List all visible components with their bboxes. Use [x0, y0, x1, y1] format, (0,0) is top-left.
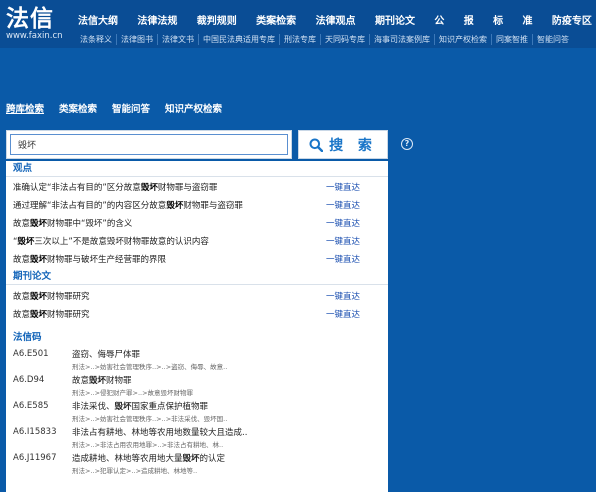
nav-item-zhun[interactable]: 准: [523, 12, 533, 27]
item-title: 故意毁坏财物罪研究: [13, 292, 90, 302]
list-item[interactable]: 故意毁坏财物罪研究 一键直达: [6, 288, 388, 306]
code-title: 非法占有耕地、林地等农用地数量较大且造成..: [72, 428, 248, 438]
nav-item-rules[interactable]: 裁判规则: [197, 12, 237, 27]
code-id: A6.E501: [13, 349, 49, 359]
logo-url: www.faxin.cn: [6, 31, 63, 41]
section-title-journals: 期刊论文: [6, 269, 388, 285]
nav-item-gong[interactable]: 公: [434, 12, 444, 27]
search-input[interactable]: [10, 134, 288, 155]
code-id: A6.E585: [13, 401, 49, 411]
direct-link[interactable]: 一键直达: [326, 251, 360, 269]
nav-item-outline[interactable]: 法信大纲: [78, 12, 118, 27]
direct-link[interactable]: 一键直达: [326, 215, 360, 233]
code-item[interactable]: A6.D94 故意毁坏财物罪 刑法>..>侵犯财产罪>..>故意毁坏财物罪: [6, 372, 388, 398]
suggestion-dropdown: 观点 准确认定“非法占有目的”区分故意毁坏财物罪与盗窃罪 一键直达 通过理解“非…: [6, 161, 388, 492]
code-title: 造成耕地、林地等农用地大量毁坏的认定: [72, 454, 226, 464]
search-icon: [309, 138, 324, 152]
list-item[interactable]: 故意毁坏财物罪中“毁坏”的含义 一键直达: [6, 215, 388, 233]
codes-list: A6.E501 盗窃、侮辱尸体罪 刑法>..>妨害社会管理秩序..>..>盗窃、…: [6, 346, 388, 476]
sub-nav: 法条释义 法律图书 法律文书 中国民法典适用专库 刑法专库 天同码专库 海事司法…: [78, 32, 596, 46]
section-title-viewpoints: 观点: [6, 161, 388, 177]
site-header: 法信 www.faxin.cn 法信大纲 法律法规 裁判规则 类案检索 法律观点…: [0, 0, 596, 48]
subnav-item[interactable]: 法律图书: [116, 33, 157, 45]
direct-link[interactable]: 一键直达: [326, 233, 360, 251]
subnav-item[interactable]: 知识产权检索: [434, 33, 491, 45]
logo-text: 法信: [6, 5, 54, 32]
item-title: 故意毁坏财物罪中“毁坏”的含义: [13, 219, 133, 229]
code-title: 盗窃、侮辱尸体罪: [72, 350, 141, 360]
item-title: 准确认定“非法占有目的”区分故意毁坏财物罪与盗窃罪: [13, 183, 218, 193]
code-path: 刑法>..>非法占用农用地罪>..>非法占有耕地、林..: [72, 441, 224, 449]
code-title: 非法采伐、毁坏国家重点保护植物罪: [72, 402, 209, 412]
code-item[interactable]: A6.J11967 造成耕地、林地等农用地大量毁坏的认定 刑法>..>犯罪认定>…: [6, 450, 388, 476]
code-id: A6.I15833: [13, 427, 57, 437]
code-id: A6.J11967: [13, 453, 57, 463]
tab-ip-search[interactable]: 知识产权检索: [165, 101, 222, 115]
tab-smart-qa[interactable]: 智能问答: [112, 101, 150, 115]
list-item[interactable]: 通过理解“非法占有目的”的内容区分故意毁坏财物罪与盗窃罪 一键直达: [6, 197, 388, 215]
subnav-item[interactable]: 天同码专库: [320, 33, 369, 45]
nav-item-case-search[interactable]: 类案检索: [256, 12, 296, 27]
search-box: [6, 130, 292, 159]
subnav-item[interactable]: 刑法专库: [279, 33, 320, 45]
direct-link[interactable]: 一键直达: [326, 197, 360, 215]
subnav-item[interactable]: 中国民法典适用专库: [198, 33, 279, 45]
item-title: 故意毁坏财物罪研究: [13, 310, 90, 320]
code-path: 刑法>..>妨害社会管理秩序..>..>非法采伐、毁坏国..: [72, 415, 228, 423]
tab-case-search[interactable]: 类案检索: [59, 101, 97, 115]
direct-link[interactable]: 一键直达: [326, 288, 360, 306]
code-item[interactable]: A6.E585 非法采伐、毁坏国家重点保护植物罪 刑法>..>妨害社会管理秩序.…: [6, 398, 388, 424]
nav-item-viewpoints[interactable]: 法律观点: [316, 12, 356, 27]
list-item[interactable]: 准确认定“非法占有目的”区分故意毁坏财物罪与盗窃罪 一键直达: [6, 179, 388, 197]
code-path: 刑法>..>妨害社会管理秩序..>..>盗窃、侮辱、故意..: [72, 363, 228, 371]
viewpoints-list: 准确认定“非法占有目的”区分故意毁坏财物罪与盗窃罪 一键直达 通过理解“非法占有…: [6, 179, 388, 269]
help-icon[interactable]: ?: [401, 138, 413, 150]
site-logo[interactable]: 法信 www.faxin.cn: [6, 6, 63, 42]
search-button-label: 搜 索: [329, 137, 377, 154]
search-tabs: 跨库检索 类案检索 智能问答 知识产权检索: [6, 101, 222, 115]
list-item[interactable]: “毁坏三次以上”不是故意毁坏财物罪故意的认识内容 一键直达: [6, 233, 388, 251]
subnav-item[interactable]: 同案智推: [491, 33, 532, 45]
journals-list: 故意毁坏财物罪研究 一键直达 故意毁坏财物罪研究 一键直达: [6, 288, 388, 324]
nav-item-biao[interactable]: 标: [493, 12, 503, 27]
code-item[interactable]: A6.I15833 非法占有耕地、林地等农用地数量较大且造成.. 刑法>..>非…: [6, 424, 388, 450]
nav-item-journals[interactable]: 期刊论文: [375, 12, 415, 27]
item-title: 故意毁坏财物罪与破坏生产经营罪的界限: [13, 255, 167, 265]
subnav-item[interactable]: 法律文书: [157, 33, 198, 45]
code-path: 刑法>..>犯罪认定>..>造成耕地、林地等..: [72, 467, 198, 475]
list-item[interactable]: 故意毁坏财物罪与破坏生产经营罪的界限 一键直达: [6, 251, 388, 269]
section-title-codes: 法信码: [13, 332, 42, 343]
code-item[interactable]: A6.E501 盗窃、侮辱尸体罪 刑法>..>妨害社会管理秩序..>..>盗窃、…: [6, 346, 388, 372]
search-button[interactable]: 搜 索: [298, 130, 388, 159]
subnav-item[interactable]: 海事司法案例库: [369, 33, 434, 45]
nav-item-laws[interactable]: 法律法规: [137, 12, 177, 27]
code-path: 刑法>..>侵犯财产罪>..>故意毁坏财物罪: [72, 389, 194, 397]
main-nav: 法信大纲 法律法规 裁判规则 类案检索 法律观点 期刊论文 公 报 标 准 防疫…: [78, 11, 596, 27]
code-id: A6.D94: [13, 375, 45, 385]
item-title: “毁坏三次以上”不是故意毁坏财物罪故意的认识内容: [13, 237, 209, 247]
nav-item-epidemic[interactable]: 防疫专区: [552, 12, 592, 27]
item-title: 通过理解“非法占有目的”的内容区分故意毁坏财物罪与盗窃罪: [13, 201, 243, 211]
subnav-item[interactable]: 法条释义: [78, 34, 116, 45]
subnav-item[interactable]: 智能问答: [532, 33, 573, 45]
direct-link[interactable]: 一键直达: [326, 306, 360, 324]
tab-cross-db[interactable]: 跨库检索: [6, 101, 44, 115]
list-item[interactable]: 故意毁坏财物罪研究 一键直达: [6, 306, 388, 324]
nav-item-bao[interactable]: 报: [464, 12, 474, 27]
direct-link[interactable]: 一键直达: [326, 179, 360, 197]
code-title: 故意毁坏财物罪: [72, 376, 132, 386]
